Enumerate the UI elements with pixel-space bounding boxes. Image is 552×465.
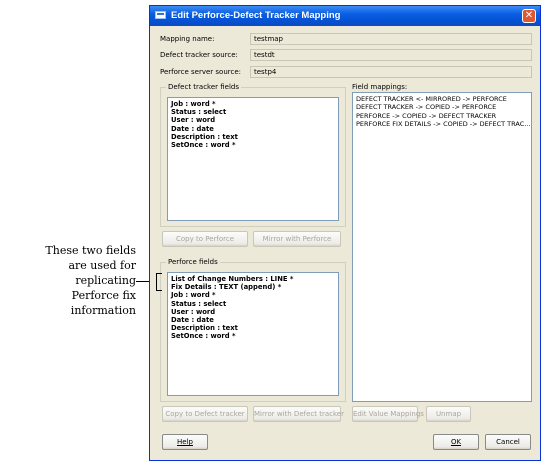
list-item[interactable]: User : word — [168, 116, 338, 124]
unmap-label: Unmap — [435, 410, 462, 418]
mapping-name-field[interactable]: testmap — [250, 33, 532, 45]
list-item[interactable]: Job : word * — [168, 291, 338, 299]
list-item[interactable]: PERFORCE -> COPIED -> DEFECT TRACKER — [353, 112, 531, 120]
perforce-source-field[interactable]: testp4 — [250, 66, 532, 78]
ok-label: OK — [450, 438, 462, 446]
defect-fields-title: Defect tracker fields — [166, 83, 242, 91]
list-item[interactable]: DEFECT TRACKER <- MIRRORED -> PERFORCE — [353, 95, 531, 103]
edit-value-mappings-button[interactable]: Edit Value Mappings — [352, 406, 424, 422]
close-button[interactable]: ✕ — [522, 9, 536, 23]
list-item[interactable]: SetOnce : word * — [168, 332, 338, 340]
perforce-source-label: Perforce server source: — [160, 68, 241, 76]
defect-source-label: Defect tracker source: — [160, 51, 238, 59]
mirror-with-perforce-label: Mirror with Perforce — [262, 235, 332, 243]
annotation-line: Perforce fix — [71, 289, 136, 302]
cancel-label: Cancel — [496, 438, 520, 446]
mirror-with-defect-tracker-button[interactable]: Mirror with Defect tracker — [253, 406, 344, 422]
list-item[interactable]: Status : select — [168, 300, 338, 308]
help-button[interactable]: Help — [162, 434, 208, 450]
defect-source-field[interactable]: testdt — [250, 49, 532, 61]
annotation-line: are used for — [68, 259, 136, 272]
cancel-button[interactable]: Cancel — [485, 434, 531, 450]
defect-fields-group: Defect tracker fields Job : word * Statu… — [160, 83, 346, 227]
list-item[interactable]: User : word — [168, 308, 338, 316]
close-icon: ✕ — [524, 10, 534, 21]
copy-to-defect-tracker-button[interactable]: Copy to Defect tracker — [162, 406, 248, 422]
field-mappings-label: Field mappings: — [352, 83, 408, 91]
copy-to-defect-tracker-label: Copy to Defect tracker — [165, 410, 245, 418]
copy-to-perforce-button[interactable]: Copy to Perforce — [162, 231, 248, 247]
list-item[interactable]: Description : text — [168, 324, 338, 332]
copy-to-perforce-label: Copy to Perforce — [175, 235, 235, 243]
field-mappings-list[interactable]: DEFECT TRACKER <- MIRRORED -> PERFORCE D… — [352, 92, 532, 402]
list-item[interactable]: PERFORCE FIX DETAILS -> COPIED -> DEFECT… — [353, 120, 531, 128]
edit-value-mappings-label: Edit Value Mappings — [353, 410, 424, 418]
list-item[interactable]: Fix Details : TEXT (append) * — [168, 283, 338, 291]
mirror-with-defect-tracker-label: Mirror with Defect tracker — [254, 410, 344, 418]
dialog-window: Edit Perforce-Defect Tracker Mapping ✕ M… — [149, 5, 541, 461]
unmap-button[interactable]: Unmap — [426, 406, 471, 422]
list-item[interactable]: Date : date — [168, 316, 338, 324]
annotation-line: replicating — [75, 274, 136, 287]
perforce-fields-list[interactable]: List of Change Numbers : LINE * Fix Deta… — [167, 272, 339, 396]
mirror-with-perforce-button[interactable]: Mirror with Perforce — [253, 231, 341, 247]
window-icon — [155, 11, 166, 19]
perforce-fields-group: Perforce fields List of Change Numbers :… — [160, 258, 346, 402]
list-item[interactable]: Job : word * — [168, 100, 338, 108]
window-title: Edit Perforce-Defect Tracker Mapping — [171, 10, 341, 21]
list-item[interactable]: List of Change Numbers : LINE * — [168, 275, 338, 283]
list-item[interactable]: DEFECT TRACKER -> COPIED -> PERFORCE — [353, 103, 531, 111]
annotation-callout: These two fields are used for replicatin… — [2, 243, 136, 318]
perforce-fields-title: Perforce fields — [166, 258, 220, 266]
ok-button[interactable]: OK — [433, 434, 479, 450]
annotation-line: These two fields — [45, 244, 136, 257]
list-item[interactable]: Status : select — [168, 108, 338, 116]
list-item[interactable]: Description : text — [168, 133, 338, 141]
defect-fields-list[interactable]: Job : word * Status : select User : word… — [167, 97, 339, 221]
list-item[interactable]: SetOnce : word * — [168, 141, 338, 149]
title-bar[interactable]: Edit Perforce-Defect Tracker Mapping ✕ — [150, 6, 540, 26]
list-item[interactable]: Date : date — [168, 125, 338, 133]
help-label: Help — [177, 438, 193, 446]
mapping-name-label: Mapping name: — [160, 35, 215, 43]
annotation-line: information — [70, 304, 136, 317]
annotation-bracket — [156, 273, 162, 291]
